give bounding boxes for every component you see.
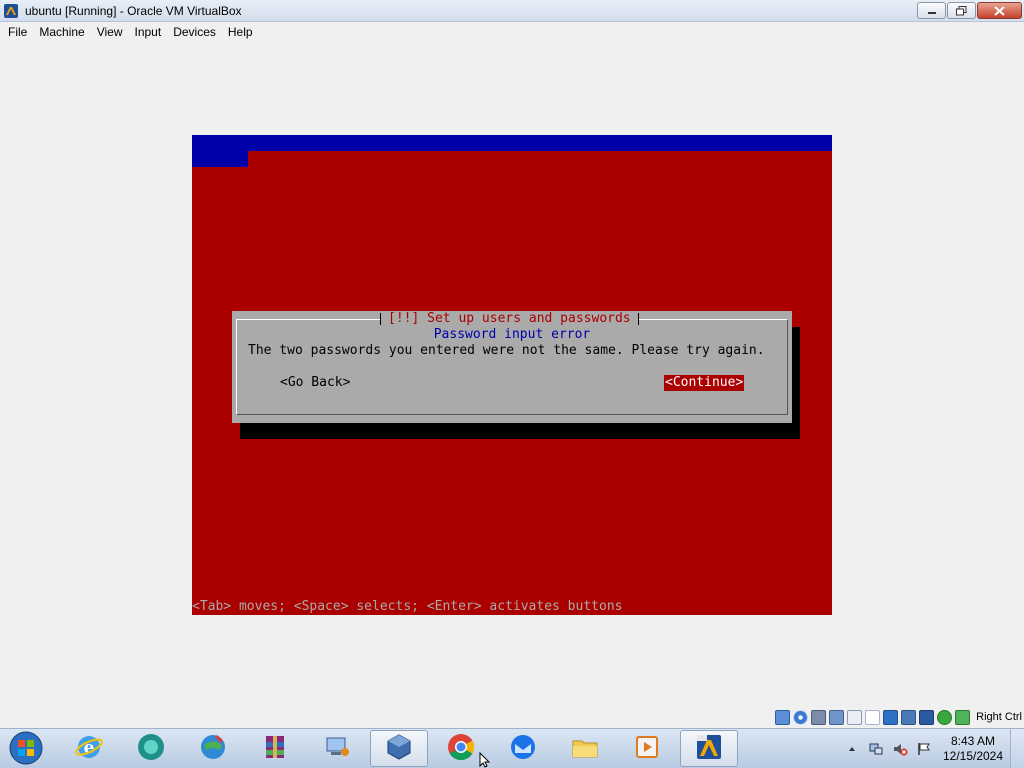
- menu-input[interactable]: Input: [129, 22, 168, 43]
- network-icon[interactable]: [829, 709, 845, 725]
- dialog-message: The two passwords you entered were not t…: [248, 343, 765, 358]
- taskbar-winrar[interactable]: [246, 730, 304, 767]
- menu-devices[interactable]: Devices: [167, 22, 222, 43]
- vm-status-bar: Right Ctrl: [0, 706, 1024, 728]
- installer-top-bar-tab: [192, 151, 248, 167]
- installer-top-bar: [192, 135, 832, 151]
- menu-view[interactable]: View: [91, 22, 129, 43]
- show-desktop-button[interactable]: [1010, 729, 1024, 768]
- clock-time: 8:43 AM: [950, 733, 996, 748]
- media-player-icon: [632, 732, 662, 765]
- windows-taskbar: e 8:43 AM 12/15/2024: [0, 728, 1024, 768]
- taskbar-network-computer[interactable]: [308, 730, 366, 767]
- virtualbox-manager-icon: [384, 732, 414, 765]
- menu-bar: File Machine View Input Devices Help: [0, 22, 1024, 43]
- virtualbox-vm-icon: [694, 732, 724, 765]
- taskbar-file-explorer[interactable]: [556, 730, 614, 767]
- window-title: ubuntu [Running] - Oracle VM VirtualBox: [25, 4, 242, 18]
- restore-button[interactable]: [947, 2, 976, 19]
- thunderbird-icon: [508, 732, 538, 765]
- display-icon[interactable]: [883, 709, 899, 725]
- close-button[interactable]: [977, 2, 1022, 19]
- mouse-integration-icon[interactable]: [937, 709, 953, 725]
- taskbar-clock[interactable]: 8:43 AM 12/15/2024: [936, 734, 1010, 764]
- hard-disk-icon[interactable]: [775, 709, 791, 725]
- taskbar-internet-explorer[interactable]: e: [60, 730, 118, 767]
- network-computer-icon: [322, 732, 352, 765]
- network-globe-icon: [198, 732, 228, 765]
- minimize-icon: [927, 7, 937, 15]
- media-app-icon: [136, 732, 166, 765]
- cpu-icon[interactable]: [919, 709, 935, 725]
- password-error-dialog: [!!] Set up users and passwords Password…: [232, 311, 792, 423]
- menu-help[interactable]: Help: [222, 22, 259, 43]
- optical-drive-icon[interactable]: [793, 709, 809, 725]
- taskbar-media-app[interactable]: [122, 730, 180, 767]
- vm-screen[interactable]: [!!] Set up users and passwords Password…: [192, 135, 832, 615]
- start-button[interactable]: [4, 731, 48, 767]
- menu-file[interactable]: File: [2, 22, 33, 43]
- taskbar-virtualbox-vm[interactable]: [680, 730, 738, 767]
- close-icon: [994, 5, 1005, 16]
- winrar-icon: [260, 732, 290, 765]
- windows-start-icon: [9, 731, 43, 768]
- chrome-icon: [446, 732, 476, 765]
- action-center-flag-icon[interactable]: [916, 741, 932, 757]
- usb-icon[interactable]: [847, 709, 863, 725]
- mouse-cursor-icon: [479, 752, 491, 768]
- file-explorer-icon: [570, 732, 600, 765]
- show-hidden-icons[interactable]: [844, 741, 860, 757]
- menu-machine[interactable]: Machine: [33, 22, 90, 43]
- host-key-label: Right Ctrl: [976, 711, 1022, 723]
- internet-explorer-icon: e: [74, 732, 104, 765]
- minimize-button[interactable]: [917, 2, 946, 19]
- audio-icon[interactable]: [811, 709, 827, 725]
- continue-button[interactable]: <Continue>: [664, 375, 745, 391]
- taskbar-thunderbird[interactable]: [494, 730, 552, 767]
- taskbar-media-player[interactable]: [618, 730, 676, 767]
- window-title-bar: ubuntu [Running] - Oracle VM VirtualBox: [0, 0, 1024, 22]
- installer-help-line: <Tab> moves; <Space> selects; <Enter> ac…: [192, 599, 623, 614]
- taskbar-network-globe[interactable]: [184, 730, 242, 767]
- clock-date: 12/15/2024: [942, 748, 1004, 763]
- network-tray-icon[interactable]: [868, 741, 884, 757]
- system-tray: 8:43 AM 12/15/2024: [840, 729, 1024, 768]
- shared-folder-icon[interactable]: [865, 709, 881, 725]
- taskbar-virtualbox-manager[interactable]: [370, 730, 428, 767]
- dialog-heading: Password input error: [433, 327, 591, 342]
- restore-icon: [956, 5, 967, 16]
- go-back-button[interactable]: <Go Back>: [280, 375, 350, 391]
- dialog-title: [!!] Set up users and passwords: [380, 311, 639, 327]
- virtualbox-icon: [3, 3, 19, 19]
- keyboard-icon[interactable]: [955, 709, 971, 725]
- recording-icon[interactable]: [901, 709, 917, 725]
- volume-muted-icon[interactable]: [892, 741, 908, 757]
